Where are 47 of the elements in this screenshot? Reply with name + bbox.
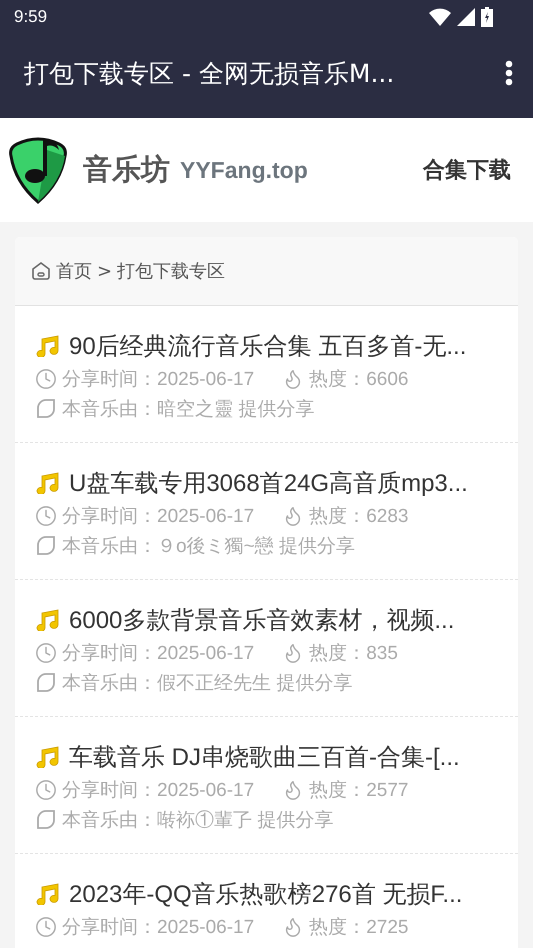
clock-icon (35, 779, 57, 801)
leaf-icon (35, 672, 57, 694)
item-title-link[interactable]: 90后经典流行音乐合集 五百多首-无... (69, 330, 466, 362)
leaf-icon (35, 535, 57, 557)
breadcrumb-current: 打包下载专区 (117, 260, 226, 283)
provider-text: 本音乐由：９o後ミ獨~戀 提供分享 (62, 535, 355, 559)
site-domain: YYFang.top (180, 156, 308, 184)
item-title-link[interactable]: U盘车载专用3068首24G高音质mp3... (69, 467, 468, 499)
popularity: 热度：6283 (309, 505, 408, 529)
clock-icon (35, 916, 57, 938)
music-note-icon (35, 746, 61, 768)
status-time: 9:59 (14, 7, 48, 27)
home-icon[interactable] (31, 261, 51, 281)
popularity: 热度：835 (309, 642, 398, 666)
clock-icon (35, 505, 57, 527)
leaf-icon (35, 398, 57, 420)
logo-icon[interactable] (7, 136, 69, 204)
more-menu-icon[interactable] (505, 60, 513, 86)
battery-icon (481, 7, 493, 27)
share-time: 分享时间：2025-06-17 (62, 505, 254, 529)
share-time: 分享时间：2025-06-17 (62, 916, 254, 940)
item-title-link[interactable]: 6000多款背景音乐音效素材，视频... (69, 604, 454, 636)
breadcrumb-home-link[interactable]: 首页 (56, 259, 92, 283)
provider-text: 本音乐由：暗空之靈 提供分享 (62, 398, 314, 422)
site-name: 音乐坊 (83, 151, 170, 188)
share-time: 分享时间：2025-06-17 (62, 779, 254, 803)
music-note-icon (35, 883, 61, 905)
breadcrumb-separator: > (97, 260, 112, 282)
share-time: 分享时间：2025-06-17 (62, 368, 254, 392)
collection-download-link[interactable]: 合集下载 (423, 155, 511, 185)
clock-icon (35, 642, 57, 664)
wifi-icon (429, 8, 451, 26)
clock-icon (35, 368, 57, 390)
provider-text: 本音乐由：啭袮①輩孒 提供分享 (62, 809, 334, 833)
app-bar-title: 打包下载专区 - 全网无损音乐M... (24, 58, 394, 90)
leaf-icon (35, 809, 57, 831)
music-note-icon (35, 335, 61, 357)
popularity: 热度：6606 (309, 368, 408, 392)
music-note-icon (35, 609, 61, 631)
item-title-link[interactable]: 2023年-QQ音乐热歌榜276首 无损F... (69, 878, 462, 910)
popularity: 热度：2577 (309, 779, 408, 803)
popularity: 热度：2725 (309, 916, 408, 940)
share-time: 分享时间：2025-06-17 (62, 642, 254, 666)
item-title-link[interactable]: 车载音乐 DJ串烧歌曲三百首-合集-[... (69, 741, 460, 773)
music-note-icon (35, 472, 61, 494)
provider-text: 本音乐由：假不正经先生 提供分享 (62, 672, 352, 696)
signal-icon (457, 8, 475, 26)
